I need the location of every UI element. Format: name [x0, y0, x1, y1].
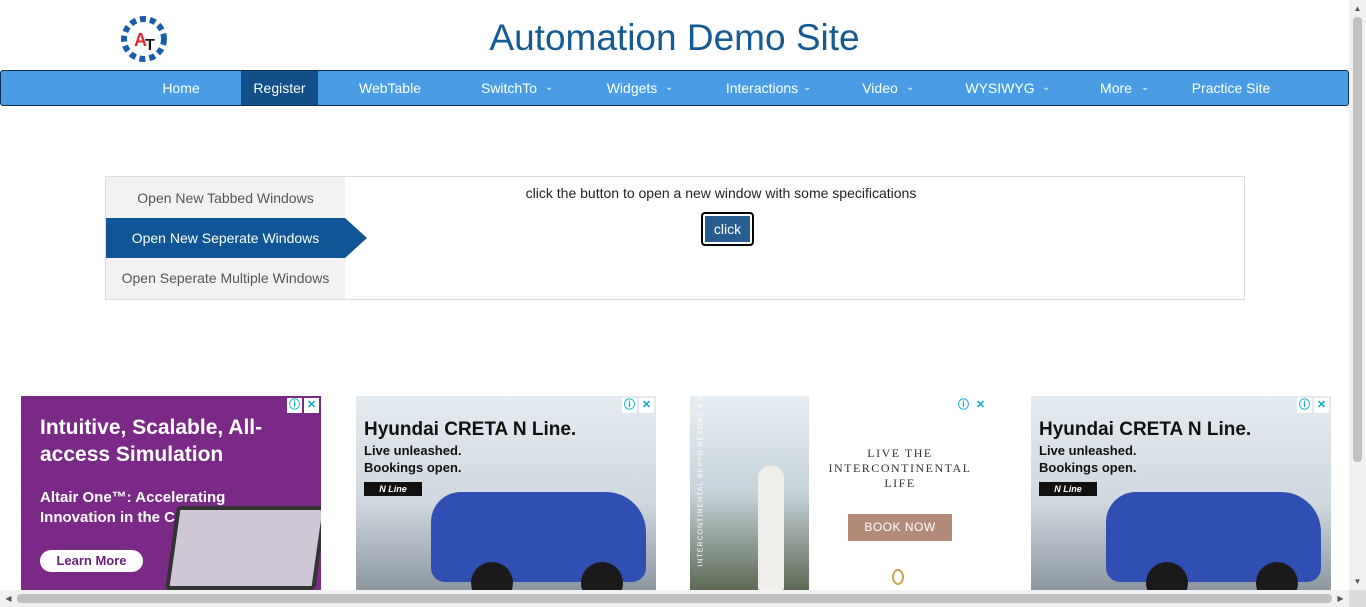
nav-home[interactable]: Home [147, 71, 215, 105]
laptop-image [165, 506, 321, 590]
nav-register[interactable]: Register [241, 71, 318, 105]
window-tabs-panel: Open New Tabbed Windows Open New Seperat… [105, 176, 1245, 300]
nav-webtable[interactable]: WebTable [346, 71, 434, 105]
ad-tagline-2: Bookings open. [364, 460, 462, 475]
close-icon[interactable]: ✕ [639, 398, 654, 413]
scroll-left-arrow-icon[interactable]: ◀ [0, 590, 17, 607]
nav-video-label: Video [862, 80, 898, 96]
ad-choices: ⓘ ✕ [956, 398, 988, 413]
ad-hyundai-creta[interactable]: Hyundai CRETA N Line. Live unleashed. Bo… [356, 396, 656, 590]
nav-video[interactable]: Video ⌄ [841, 71, 919, 105]
emblem-icon [892, 569, 904, 585]
click-button[interactable]: click [701, 212, 754, 246]
close-icon[interactable]: ✕ [304, 398, 319, 413]
ad-tagline-2: Bookings open. [1039, 460, 1137, 475]
chevron-down-icon: ⌄ [665, 82, 674, 93]
chevron-down-icon: ⌄ [1141, 82, 1150, 93]
info-icon[interactable]: ⓘ [1297, 398, 1312, 413]
ad-headline-1: LIVE THE [867, 446, 933, 460]
nav-more-label: More [1100, 80, 1132, 96]
close-icon[interactable]: ✕ [973, 398, 988, 413]
resort-photo [690, 396, 809, 590]
n-line-logo: N Line [1039, 482, 1097, 496]
nav-widgets[interactable]: Widgets ⌄ [586, 71, 678, 105]
car-image [431, 492, 646, 590]
nav-switchto-label: SwitchTo [480, 80, 538, 96]
ad-choices: ⓘ ✕ [1297, 398, 1329, 413]
tab-description: click the button to open a new window wi… [525, 185, 917, 201]
chevron-down-icon: ⌄ [906, 82, 915, 93]
vertical-scrollbar[interactable]: ▲ ▼ [1349, 0, 1366, 590]
horizontal-scrollbar[interactable]: ◀ ▶ [0, 590, 1366, 607]
ad-tagline-1: Live unleashed. [1039, 443, 1137, 458]
ad-tagline: Live unleashed. Bookings open. [1039, 442, 1189, 476]
info-icon[interactable]: ⓘ [956, 398, 971, 413]
ad-choices: ⓘ ✕ [287, 398, 319, 413]
page-title: Automation Demo Site [489, 17, 860, 58]
nav-switchto[interactable]: SwitchTo ⌄ [463, 71, 555, 105]
ad-headline: Hyundai CRETA N Line. [1039, 419, 1252, 440]
vertical-scroll-thumb[interactable] [1353, 17, 1362, 462]
person-figure [758, 466, 784, 590]
ad-vertical-text: INTERCONTINENTAL BEPPU RESORT & SPA [697, 396, 705, 567]
ad-hyundai-creta-2[interactable]: Hyundai CRETA N Line. Live unleashed. Bo… [1031, 396, 1331, 590]
n-line-logo: N Line [364, 482, 422, 496]
chevron-down-icon: ⌄ [1042, 82, 1051, 93]
main-navbar: Home Register WebTable SwitchTo ⌄ Widget… [0, 70, 1349, 106]
ad-altair[interactable]: Intuitive, Scalable, All-access Simulati… [21, 396, 321, 590]
info-icon[interactable]: ⓘ [622, 398, 637, 413]
scroll-right-arrow-icon[interactable]: ▶ [1332, 590, 1349, 607]
ad-intercontinental[interactable]: INTERCONTINENTAL BEPPU RESORT & SPA LIVE… [690, 396, 990, 590]
nav-practice-site[interactable]: Practice Site [1179, 71, 1283, 105]
scroll-down-arrow-icon[interactable]: ▼ [1349, 573, 1366, 590]
ad-choices: ⓘ ✕ [622, 398, 654, 413]
close-icon[interactable]: ✕ [1314, 398, 1329, 413]
nav-interactions-label: Interactions [725, 80, 799, 96]
tab-open-new-tabbed-windows[interactable]: Open New Tabbed Windows [106, 178, 345, 218]
car-image [1106, 492, 1321, 590]
ad-book-now-button[interactable]: BOOK NOW [848, 514, 952, 541]
nav-wysiwyg[interactable]: WYSIWYG ⌄ [946, 71, 1054, 105]
scroll-up-arrow-icon[interactable]: ▲ [1349, 0, 1366, 17]
nav-interactions[interactable]: Interactions ⌄ [703, 71, 821, 105]
info-icon[interactable]: ⓘ [287, 398, 302, 413]
ad-headline-3: LIFE [884, 476, 916, 490]
chevron-down-icon: ⌄ [545, 82, 554, 93]
nav-wysiwyg-label: WYSIWYG [965, 80, 1035, 96]
ad-headline: Intuitive, Scalable, All-access Simulati… [40, 416, 263, 466]
tab-open-seperate-multiple-windows[interactable]: Open Seperate Multiple Windows [106, 258, 345, 298]
tab-open-new-seperate-windows[interactable]: Open New Seperate Windows [106, 218, 367, 258]
nav-widgets-label: Widgets [606, 80, 658, 96]
ad-tagline-1: Live unleashed. [364, 443, 462, 458]
ad-headline: LIVE THE INTERCONTINENTAL LIFE [815, 446, 985, 491]
ad-learn-more-button[interactable]: Learn More [40, 550, 143, 572]
ad-headline-2: INTERCONTINENTAL [828, 461, 972, 475]
ad-headline: Hyundai CRETA N Line. [364, 419, 577, 440]
chevron-down-icon: ⌄ [803, 82, 812, 93]
ad-tagline: Live unleashed. Bookings open. [364, 442, 514, 476]
nav-more[interactable]: More ⌄ [1081, 71, 1151, 105]
active-tab-arrow-icon [345, 218, 367, 258]
tab-label: Open New Seperate Windows [131, 230, 320, 246]
horizontal-scroll-thumb[interactable] [17, 594, 1332, 603]
scrollbar-corner [1349, 590, 1366, 607]
tab-list: Open New Tabbed Windows Open New Seperat… [106, 177, 367, 299]
